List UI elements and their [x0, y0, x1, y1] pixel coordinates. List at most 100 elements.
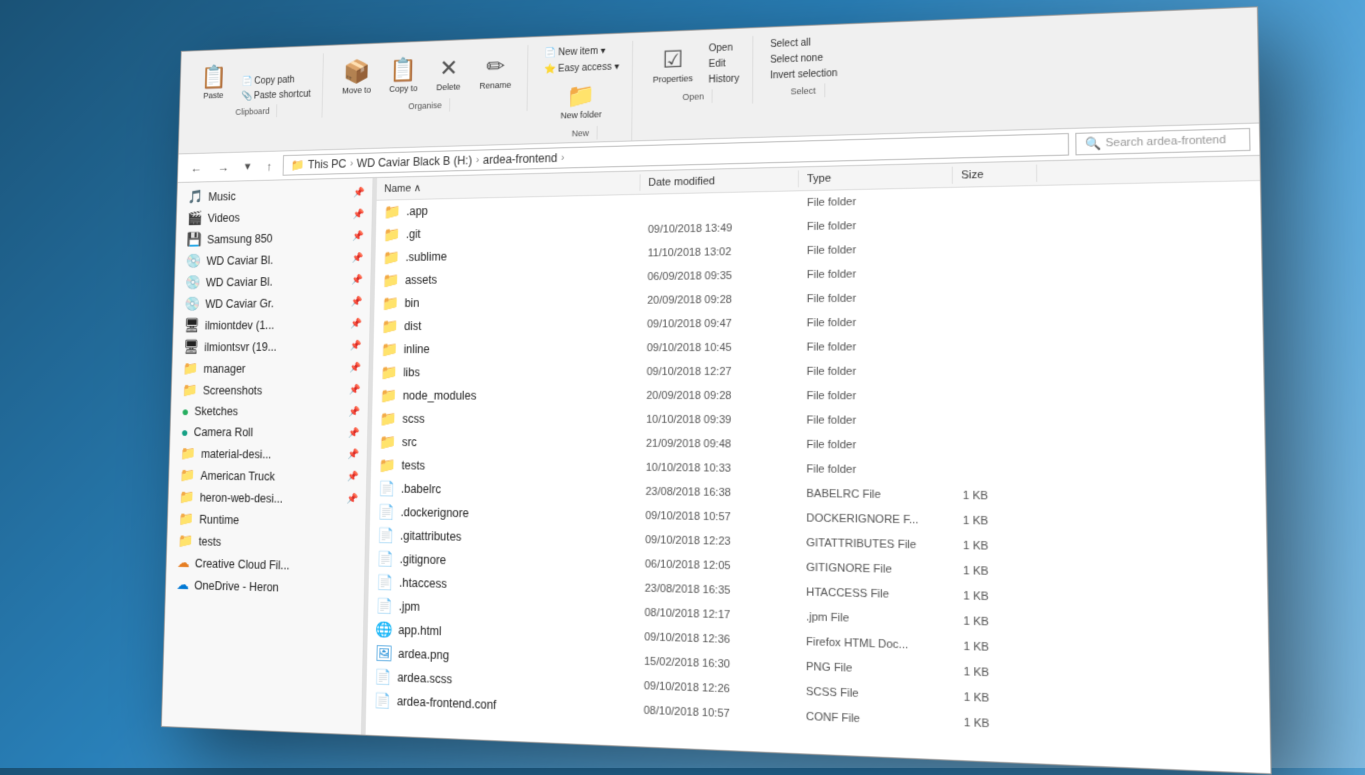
delete-icon: ✕: [439, 55, 458, 83]
file-date: [640, 201, 799, 208]
file-name-cell: 📄 .dockerignore: [369, 501, 637, 527]
file-type: File folder: [798, 437, 954, 455]
file-size: 1 KB: [954, 512, 1040, 530]
main-content: 🎵 Music 📌 🎬 Videos 📌 💾 Samsung 850 📌 💿: [161, 156, 1270, 773]
file-name: inline: [403, 342, 429, 356]
copy-to-button[interactable]: 📋 Copy to: [380, 51, 426, 99]
drive-icon: 💿: [185, 274, 201, 290]
file-name-cell: 📁 scss: [371, 408, 638, 431]
new-item-button[interactable]: 📄 New item ▾: [539, 43, 623, 61]
file-date: 21/09/2018 09:48: [638, 436, 798, 453]
pin-icon: 📌: [348, 407, 360, 418]
clipboard-small-btns: 📄 Copy path 📎 Paste shortcut: [236, 72, 315, 104]
sidebar-item-ilmiontsvr[interactable]: 🖥 ilmiontsvr (19... 📌: [172, 335, 369, 358]
onedrive-icon: ☁: [176, 576, 189, 593]
file-type: File folder: [798, 363, 953, 380]
table-row[interactable]: 📁 node_modules 20/09/2018 09:28 File fol…: [372, 384, 1264, 410]
folder-icon: 📁: [178, 489, 194, 505]
sidebar-item-heron-web[interactable]: 📁 heron-web-desi... 📌: [168, 486, 366, 511]
search-placeholder: Search ardea-frontend: [1105, 134, 1226, 150]
file-date: 09/10/2018 09:47: [639, 315, 798, 332]
file-name-cell: 📁 inline: [373, 337, 639, 360]
file-name: .sublime: [405, 250, 447, 264]
file-list: 📁 .app File folder 📁 .git 09/10/2018 13:…: [365, 181, 1270, 773]
file-type: File folder: [798, 388, 953, 405]
folder-icon: 📁: [381, 295, 399, 312]
header-name[interactable]: Name ∧: [376, 174, 640, 197]
sidebar-item-material[interactable]: 📁 material-desi... 📌: [169, 442, 366, 466]
file-name: .htaccess: [399, 576, 447, 591]
properties-button[interactable]: ☑ Properties: [644, 40, 702, 90]
new-folder-button[interactable]: 📁 New folder: [538, 76, 623, 126]
sidebar-item-american-truck[interactable]: 📁 American Truck 📌: [168, 464, 366, 488]
paste-shortcut-button[interactable]: 📎 Paste shortcut: [236, 87, 315, 104]
file-type: File folder: [798, 265, 953, 283]
rename-button[interactable]: ✏ Rename: [470, 47, 519, 95]
sidebar-item-wd-black2[interactable]: 💿 WD Caviar Bl. 📌: [174, 269, 370, 293]
select-all-button[interactable]: Select all: [765, 34, 843, 52]
forward-button[interactable]: →: [211, 157, 233, 177]
music-icon: 🎵: [187, 189, 203, 205]
file-type: File folder: [798, 314, 953, 331]
file-icon: 📄: [373, 691, 391, 710]
sidebar-item-wd-black1[interactable]: 💿 WD Caviar Bl. 📌: [175, 247, 371, 272]
delete-button[interactable]: ✕ Delete: [427, 49, 469, 97]
folder-icon: 📁: [178, 511, 194, 527]
path-wd-caviar: WD Caviar Black B (H:): [356, 154, 472, 170]
sidebar: 🎵 Music 📌 🎬 Videos 📌 💾 Samsung 850 📌 💿: [161, 178, 373, 734]
file-type: GITATTRIBUTES File: [798, 535, 954, 554]
table-row[interactable]: 📁 inline 09/10/2018 10:45 File folder: [373, 333, 1263, 361]
easy-access-button[interactable]: ⭐ Easy access ▾: [539, 59, 623, 77]
explorer-window: 📋 Paste 📄 Copy path 📎 Paste shortcut: [160, 6, 1271, 774]
folder-icon: 📁: [379, 410, 397, 427]
file-type: GITIGNORE File: [797, 559, 954, 579]
folder-icon: 📁: [383, 226, 400, 243]
file-name: scss: [402, 412, 425, 426]
file-type: File folder: [798, 339, 953, 356]
sidebar-item-screenshots[interactable]: 📁 Screenshots 📌: [171, 379, 368, 401]
file-size: [952, 196, 1036, 202]
invert-selection-button[interactable]: Invert selection: [765, 66, 843, 84]
teal-dot-icon: ●: [180, 424, 188, 439]
file-name-cell: 📁 .git: [375, 219, 639, 245]
file-type: File folder: [798, 241, 952, 260]
edit-button[interactable]: Edit: [703, 56, 744, 72]
header-type[interactable]: Type: [798, 167, 952, 188]
history-button[interactable]: History: [703, 72, 744, 88]
table-row[interactable]: 📁 libs 09/10/2018 12:27 File folder: [372, 358, 1263, 384]
sidebar-item-camera-roll[interactable]: ● Camera Roll 📌: [170, 422, 367, 444]
up-button[interactable]: ↑: [260, 156, 277, 176]
sidebar-item-manager[interactable]: 📁 manager 📌: [172, 357, 369, 379]
file-date: 06/10/2018 12:05: [636, 556, 797, 576]
pin-icon: 📌: [353, 188, 365, 199]
sidebar-item-sketches[interactable]: ● Sketches 📌: [170, 401, 367, 423]
move-to-button[interactable]: 📦 Move to: [333, 53, 379, 100]
sidebar-item-wd-green[interactable]: 💿 WD Caviar Gr. 📌: [173, 291, 369, 315]
header-size[interactable]: Size: [952, 165, 1036, 184]
file-size: [953, 394, 1038, 398]
header-date[interactable]: Date modified: [640, 170, 798, 191]
file-name: .app: [406, 204, 428, 218]
file-name-cell: 📁 bin: [374, 290, 639, 314]
folder-icon: 📁: [383, 203, 400, 220]
open-button[interactable]: Open: [703, 40, 744, 56]
file-name: tests: [401, 459, 425, 473]
file-name-cell: 📄 .babelrc: [370, 478, 637, 503]
file-size: 1 KB: [954, 663, 1040, 683]
file-name: .dockerignore: [400, 505, 469, 520]
path-this-pc: This PC: [307, 157, 346, 171]
file-name-cell: 📁 tests: [370, 454, 637, 478]
folder-icon: 📁: [380, 341, 398, 358]
file-date: 11/10/2018 13:02: [639, 243, 798, 261]
pin-icon: 📌: [346, 494, 358, 505]
dropdown-button[interactable]: ▾: [239, 156, 256, 177]
sidebar-item-onedrive[interactable]: ☁ OneDrive - Heron: [165, 573, 364, 600]
back-button[interactable]: ←: [184, 158, 206, 178]
paste-button[interactable]: 📋 Paste: [192, 59, 235, 106]
sidebar-item-ilmiontdev[interactable]: 🖥 ilmiontdev (1... 📌: [173, 313, 369, 336]
search-box[interactable]: 🔍 Search ardea-frontend: [1075, 128, 1250, 155]
file-name-cell: 📁 .sublime: [375, 243, 640, 268]
select-none-button[interactable]: Select none: [765, 50, 843, 68]
new-folder-icon: 📁: [566, 82, 595, 111]
file-size: [953, 270, 1038, 275]
